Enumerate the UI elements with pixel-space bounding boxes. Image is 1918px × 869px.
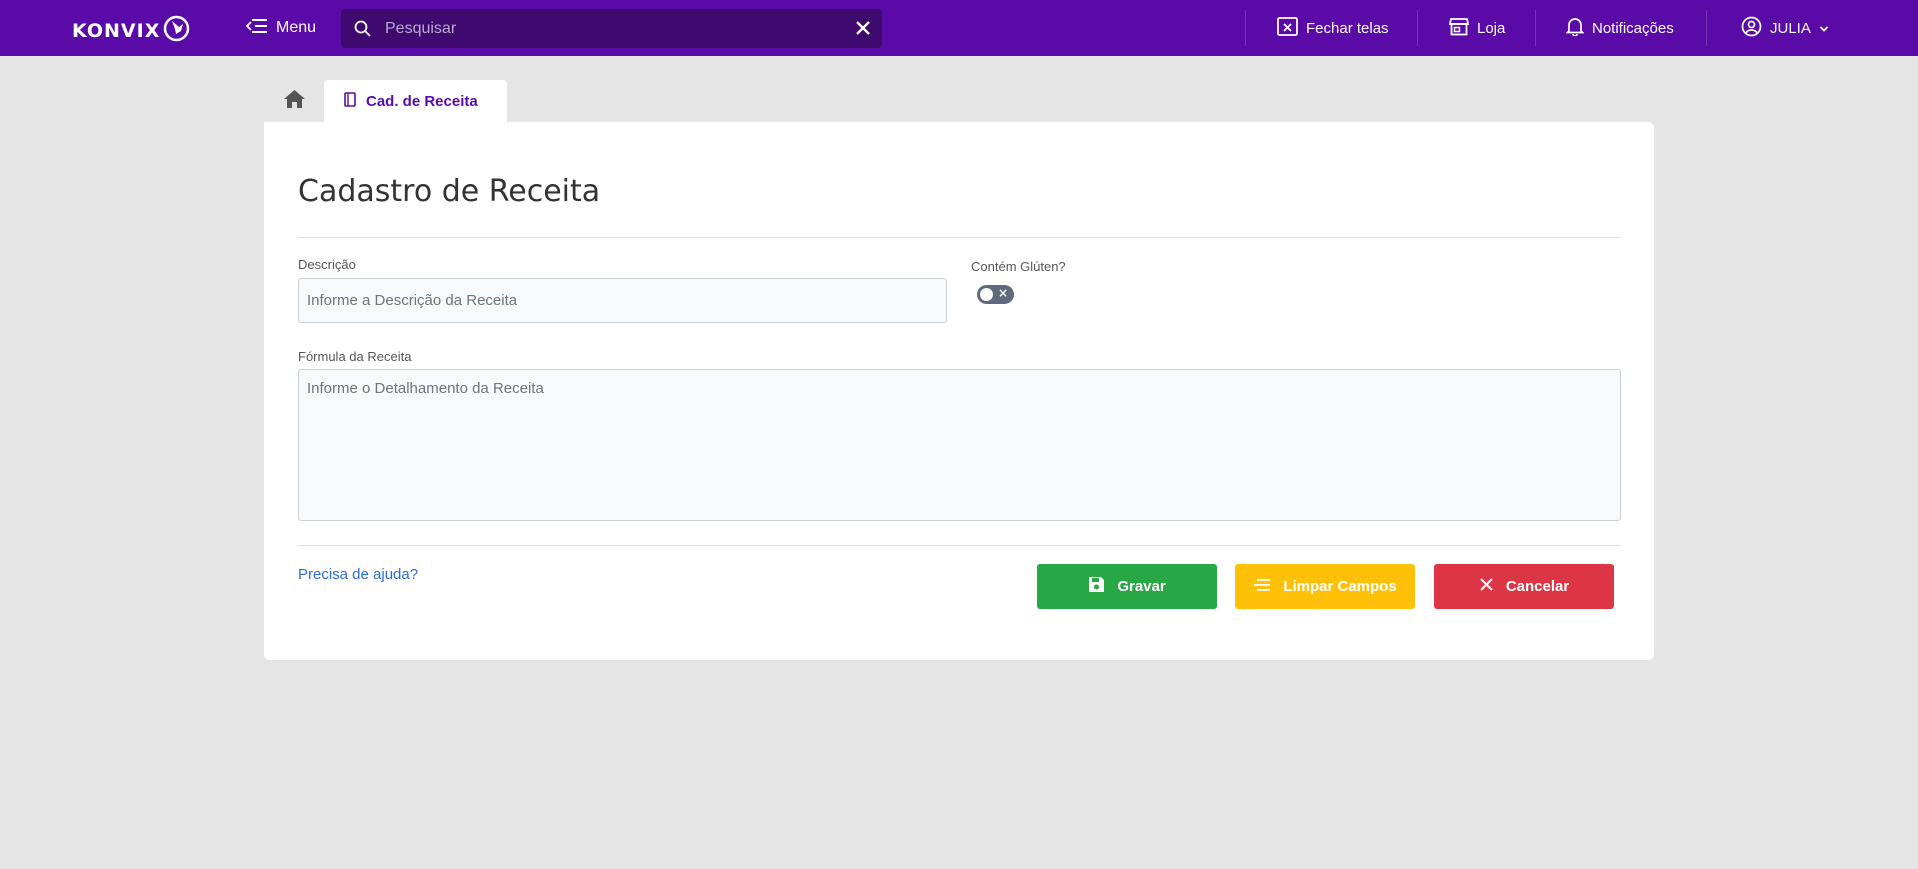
help-link[interactable]: Precisa de ajuda? — [298, 566, 418, 583]
notifications-button[interactable]: Notificações — [1565, 16, 1674, 40]
toggle-off-icon: × — [997, 286, 1008, 300]
chevron-down-icon — [1819, 20, 1829, 37]
save-button[interactable]: Gravar — [1037, 564, 1217, 609]
title-divider — [298, 237, 1621, 238]
nav-divider — [1417, 10, 1418, 46]
description-input[interactable] — [298, 278, 947, 323]
close-screens-button[interactable]: Fechar telas — [1277, 16, 1389, 40]
tab-cad-receita[interactable]: Cad. de Receita — [324, 80, 507, 123]
clear-search-icon[interactable] — [854, 19, 872, 42]
store-icon — [1448, 17, 1470, 40]
home-icon — [283, 89, 306, 114]
clear-fields-button[interactable]: Limpar Campos — [1235, 564, 1415, 609]
clear-label: Limpar Campos — [1283, 578, 1397, 595]
search-bar — [341, 9, 882, 48]
description-label: Descrição — [298, 257, 356, 272]
menu-button[interactable]: Menu — [245, 14, 317, 42]
book-icon — [344, 92, 356, 111]
bell-icon — [1565, 16, 1585, 40]
logo-text: KONVIX — [72, 12, 161, 44]
save-label: Gravar — [1117, 578, 1166, 595]
formula-textarea[interactable] — [298, 369, 1621, 521]
close-window-icon — [1277, 16, 1298, 40]
user-menu-button[interactable]: JULIA — [1741, 16, 1829, 40]
nav-divider — [1706, 10, 1707, 46]
cancel-label: Cancelar — [1505, 578, 1570, 595]
close-icon — [1479, 577, 1494, 596]
store-label: Loja — [1477, 19, 1506, 37]
toggle-knob — [980, 288, 993, 301]
user-avatar-icon — [1741, 16, 1762, 41]
nav-divider — [1535, 10, 1536, 46]
formula-label: Fórmula da Receita — [298, 349, 412, 364]
konvix-logo[interactable]: KONVIX — [72, 10, 190, 46]
close-screens-label: Fechar telas — [1306, 19, 1389, 37]
form-card: Cadastro de Receita Descrição Contém Glú… — [264, 122, 1654, 660]
store-button[interactable]: Loja — [1448, 16, 1506, 40]
gluten-label: Contém Glúten? — [971, 259, 1066, 274]
tab-label: Cad. de Receita — [366, 93, 478, 110]
menu-label: Menu — [276, 19, 317, 36]
menu-icon — [245, 17, 268, 40]
gluten-toggle[interactable]: × — [977, 285, 1014, 304]
search-icon — [354, 20, 371, 42]
actions-divider — [298, 545, 1621, 546]
notifications-label: Notificações — [1592, 19, 1674, 37]
nav-divider — [1245, 10, 1246, 46]
user-name: JULIA — [1770, 19, 1811, 37]
page-title: Cadastro de Receita — [298, 174, 601, 209]
search-input[interactable] — [385, 15, 815, 42]
clear-lines-icon — [1253, 578, 1271, 596]
home-tab[interactable] — [264, 80, 324, 122]
logo-compass-icon — [163, 15, 190, 42]
cancel-button[interactable]: Cancelar — [1434, 564, 1614, 609]
top-bar: KONVIX Menu — [0, 0, 1918, 56]
floppy-disk-icon — [1088, 576, 1105, 597]
